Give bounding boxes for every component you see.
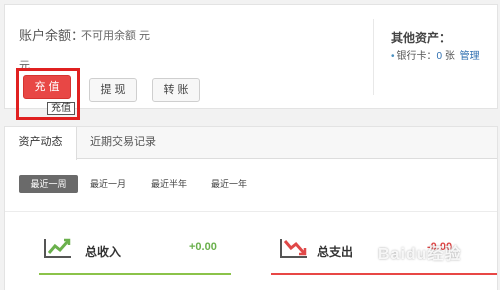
baidu-watermark: Baidu经验 [378,246,462,263]
recharge-tooltip: 充值 [47,102,75,115]
income-underline [39,273,231,275]
balance-label: 账户余额： [19,28,85,43]
bank-card-label: 银行卡： [396,51,437,62]
bank-card-count: 0 [436,51,443,62]
filter-last-year[interactable]: 最近一年 [211,175,247,193]
trend-up-icon [44,238,71,258]
withdraw-button[interactable]: 提 现 [89,78,137,102]
section-divider [5,211,497,212]
vertical-divider [373,19,374,95]
asset-activity-panel: 资产动态 近期交易记录 最近一周 最近一月 最近半年 最近一年 总收入 +0.0… [4,126,498,290]
trend-down-icon [280,239,307,258]
bank-card-unit: 张 [444,51,455,62]
expense-underline [271,273,497,275]
tab-asset-activity[interactable]: 资产动态 [5,127,77,160]
tab-bar: 资产动态 近期交易记录 [5,127,497,160]
filter-last-half-year[interactable]: 最近半年 [151,175,187,193]
bank-card-item: • 银行卡：0 张 管理 [391,47,480,62]
transfer-button[interactable]: 转 账 [152,78,200,102]
income-value: +0.00 [189,241,217,253]
bullet-icon: • [391,51,395,62]
tab-recent-transactions[interactable]: 近期交易记录 [90,127,156,159]
account-summary-panel: 账户余额： 不可用余额 元 元 充 值 提 现 转 账 充值 其他资产： • 银行… [4,4,498,120]
filter-last-month[interactable]: 最近一月 [90,175,126,193]
income-label: 总收入 [85,245,122,259]
filter-last-week[interactable]: 最近一周 [19,175,78,193]
unavailable-balance-note: 不可用余额 元 [81,30,151,42]
manage-link[interactable]: 管理 [460,51,480,62]
other-assets-title: 其他资产： [391,31,452,45]
expense-label: 总支出 [317,245,354,259]
